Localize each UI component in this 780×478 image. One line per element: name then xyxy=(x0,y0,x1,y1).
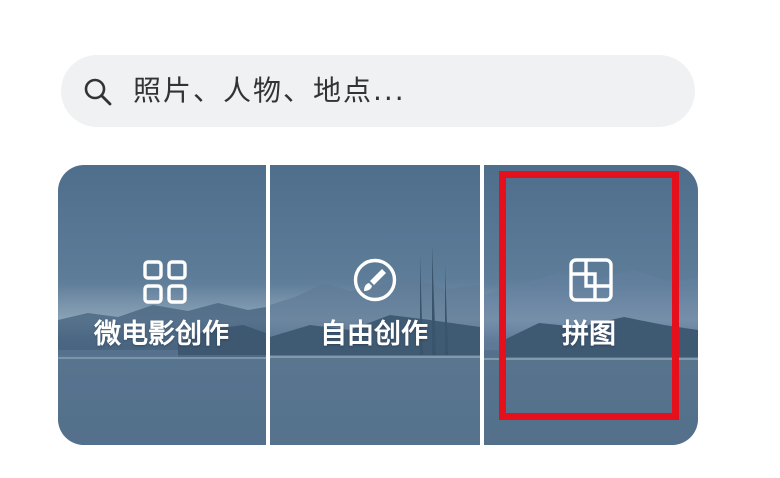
card-micro-movie[interactable]: 微电影创作 xyxy=(58,165,266,445)
landscape-image xyxy=(270,245,480,445)
card-label-free-creation: 自由创作 xyxy=(320,319,428,350)
creation-cards: 微电影创作 自由创作 拼图 xyxy=(58,165,698,445)
card-label-micro-movie: 微电影创作 xyxy=(94,319,229,350)
grid-icon xyxy=(143,260,187,304)
gallery-page: 照片、人物、地点... 微电影创作 自由创作 拼图 xyxy=(0,0,780,478)
card-free-creation[interactable]: 自由创作 xyxy=(270,165,480,445)
search-icon xyxy=(84,78,112,106)
paint-brush-icon xyxy=(353,258,397,302)
card-collage[interactable]: 拼图 xyxy=(484,165,698,445)
collage-icon xyxy=(569,258,613,302)
landscape-image xyxy=(484,270,698,445)
search-bar[interactable]: 照片、人物、地点... xyxy=(61,55,695,127)
search-placeholder: 照片、人物、地点... xyxy=(133,74,406,107)
landscape-image xyxy=(58,303,266,445)
card-label-collage: 拼图 xyxy=(562,319,616,350)
